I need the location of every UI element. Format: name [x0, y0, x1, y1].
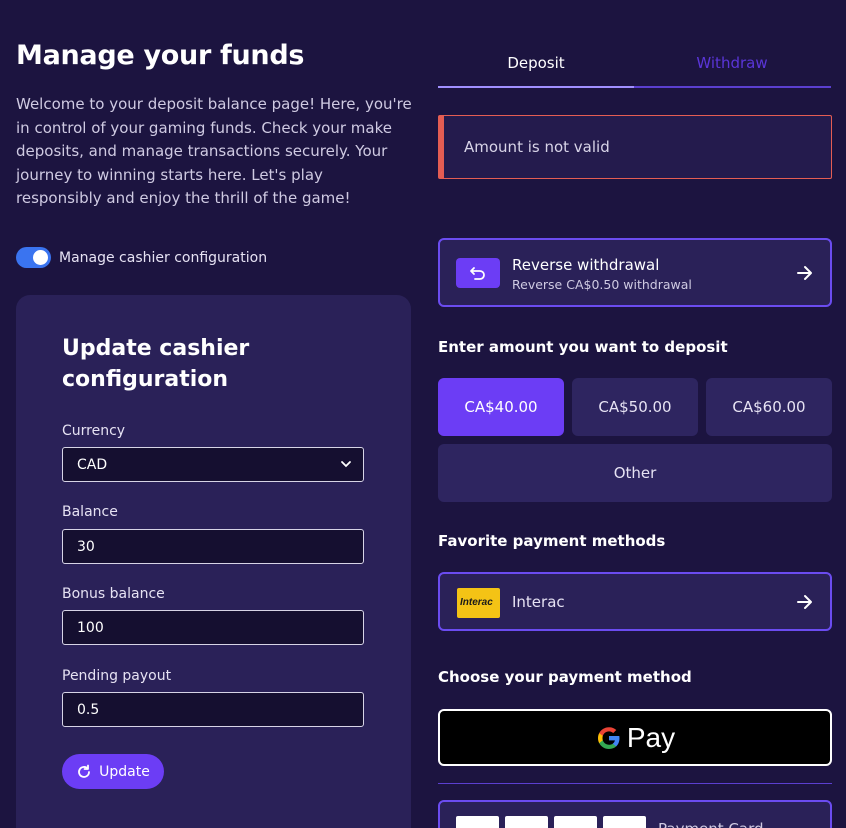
mastercard-logo [505, 816, 548, 828]
payment-card-label: Payment Card [658, 820, 764, 828]
refresh-icon [78, 764, 91, 778]
update-button[interactable]: Update [62, 754, 164, 789]
favorite-methods-heading: Favorite payment methods [438, 532, 666, 550]
payment-methods-heading: Choose your payment method [438, 668, 692, 686]
arrow-right-icon [797, 595, 812, 609]
toggle-label: Manage cashier configuration [59, 249, 268, 266]
deposit-withdraw-tabs: Deposit Withdraw [438, 46, 831, 88]
arrow-right-icon [797, 266, 812, 280]
payment-card-method[interactable]: Payment Card [438, 800, 832, 828]
balance-input[interactable]: 30 [62, 529, 364, 564]
discover-logo [603, 816, 646, 828]
amount-option-40[interactable]: CA$40.00 [438, 378, 564, 436]
reverse-withdrawal-card[interactable]: Reverse withdrawal Reverse CA$0.50 withd… [438, 238, 832, 307]
page-title: Manage your funds [16, 40, 305, 71]
toggle-knob [33, 250, 48, 265]
pending-payout-value: 0.5 [77, 701, 100, 718]
currency-value: CAD [77, 456, 108, 473]
cashier-config-toggle-row: Manage cashier configuration [16, 247, 267, 268]
balance-value: 30 [77, 538, 95, 555]
tab-active-indicator [438, 86, 634, 88]
undo-icon [456, 258, 500, 288]
bonus-balance-label: Bonus balance [62, 586, 165, 602]
amount-option-50[interactable]: CA$50.00 [572, 378, 698, 436]
amount-option-60[interactable]: CA$60.00 [706, 378, 832, 436]
google-pay-label: Pay [626, 721, 676, 753]
cashier-config-toggle[interactable] [16, 247, 51, 268]
amex-logo [554, 816, 597, 828]
bonus-balance-value: 100 [77, 619, 104, 636]
error-alert: Amount is not valid [438, 115, 832, 179]
interac-logo: Interac [457, 588, 500, 618]
cashier-config-card: Update cashier configuration Currency CA… [16, 295, 411, 828]
balance-label: Balance [62, 504, 118, 520]
tab-deposit[interactable]: Deposit [438, 46, 634, 86]
amount-heading: Enter amount you want to deposit [438, 338, 728, 356]
google-g-icon [597, 726, 620, 749]
google-pay-button[interactable]: Pay [438, 709, 832, 766]
interac-logo-text: Interac [460, 597, 493, 608]
reverse-title: Reverse withdrawal [512, 256, 660, 274]
config-title: Update cashier configuration [62, 336, 250, 392]
pending-payout-input[interactable]: 0.5 [62, 692, 364, 727]
divider [438, 783, 832, 784]
chevron-down-icon [341, 461, 351, 468]
pending-payout-label: Pending payout [62, 668, 172, 684]
favorite-method-interac[interactable]: Interac Interac [438, 572, 832, 631]
currency-label: Currency [62, 423, 126, 439]
visa-logo [456, 816, 499, 828]
favorite-method-label: Interac [512, 593, 565, 611]
reverse-subtitle: Reverse CA$0.50 withdrawal [512, 277, 692, 292]
tab-withdraw[interactable]: Withdraw [634, 46, 830, 86]
amount-option-other[interactable]: Other [438, 444, 832, 502]
update-label: Update [99, 763, 150, 780]
currency-select[interactable]: CAD [62, 447, 364, 482]
error-message: Amount is not valid [464, 138, 610, 156]
intro-text: Welcome to your deposit balance page! He… [16, 95, 412, 207]
bonus-balance-input[interactable]: 100 [62, 610, 364, 645]
